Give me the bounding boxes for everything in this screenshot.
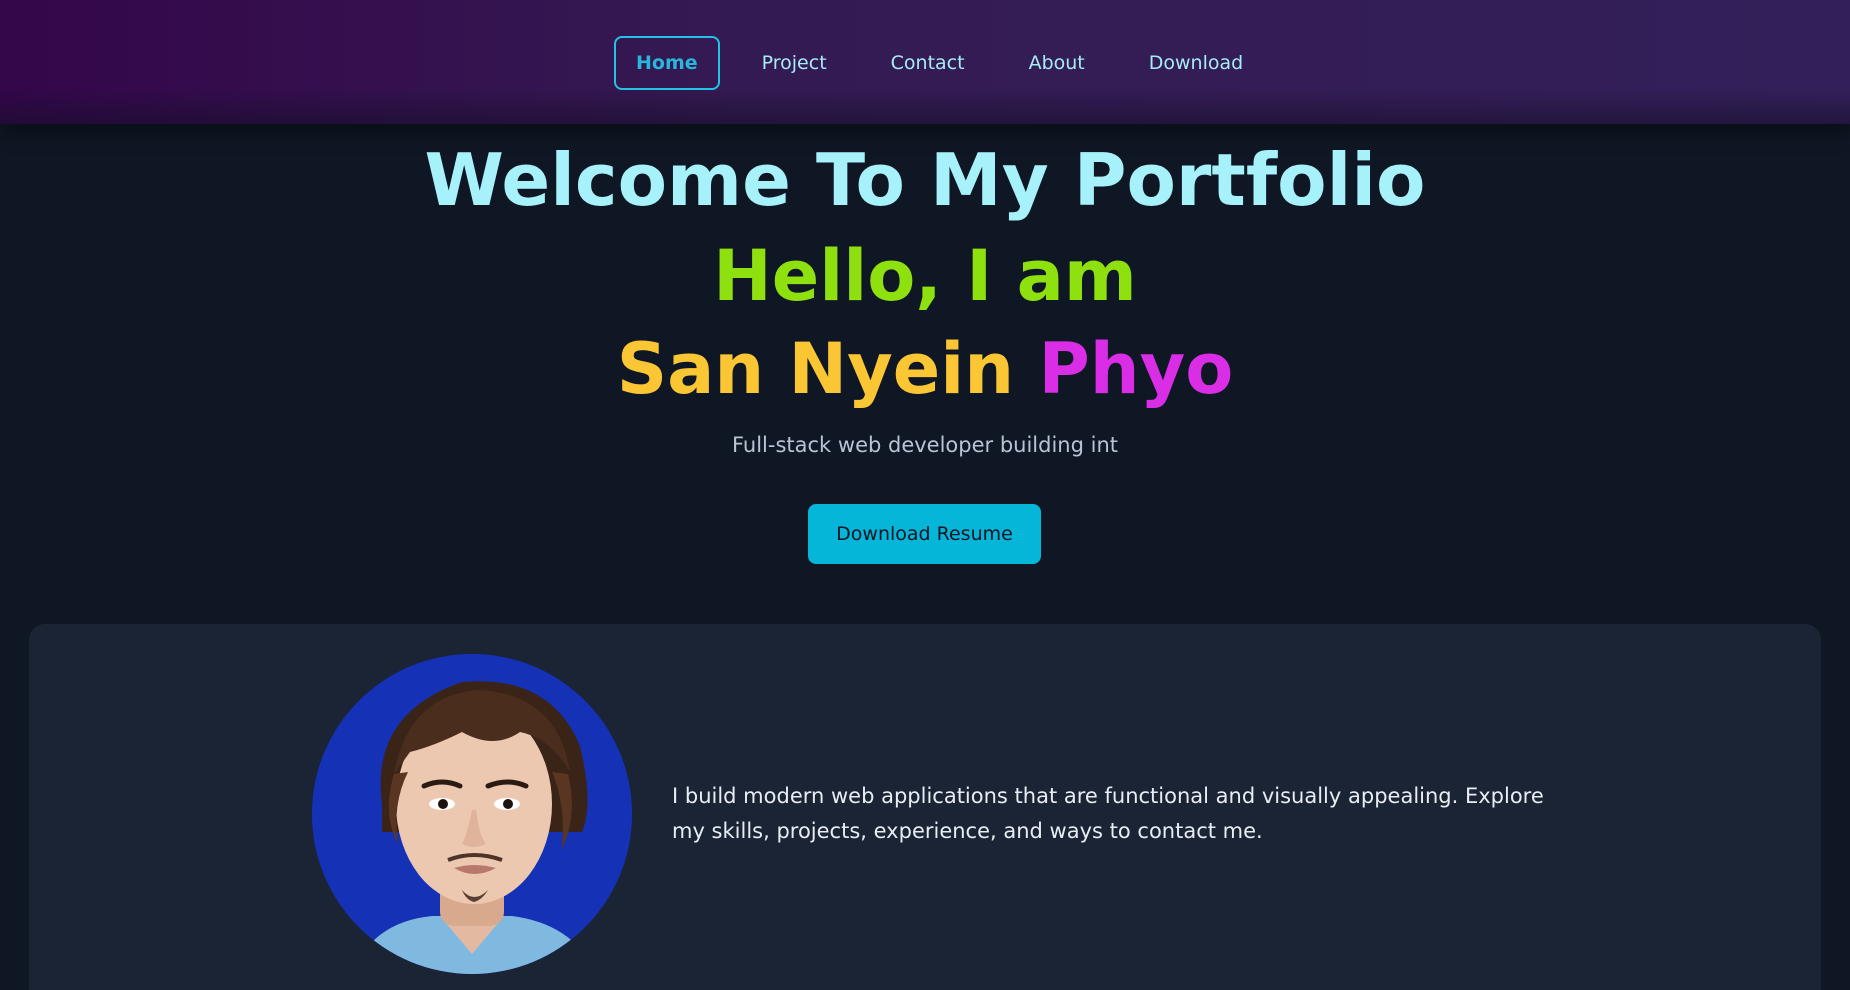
nav-download[interactable]: Download [1127,36,1265,90]
navbar: Home Project Contact About Download [0,0,1850,124]
name-heading: San Nyein Phyo [0,334,1850,404]
nav-home[interactable]: Home [614,36,720,90]
tagline: Full-stack web developer building int [731,433,1119,457]
nav-menu: Home Project Contact About Download [614,36,1285,90]
about-description: I build modern web applications that are… [672,784,1544,843]
name-last: Phyo [1038,328,1234,410]
avatar [312,654,632,974]
nav-about[interactable]: About [1007,36,1107,90]
nav-project[interactable]: Project [740,36,849,90]
page-title: Welcome To My Portfolio [424,138,1426,222]
avatar-portrait [312,654,632,974]
download-resume-button[interactable]: Download Resume [808,504,1041,564]
nav-contact[interactable]: Contact [869,36,987,90]
greeting-heading: Hello, I am [713,235,1137,317]
name-first: San Nyein [616,328,1015,410]
